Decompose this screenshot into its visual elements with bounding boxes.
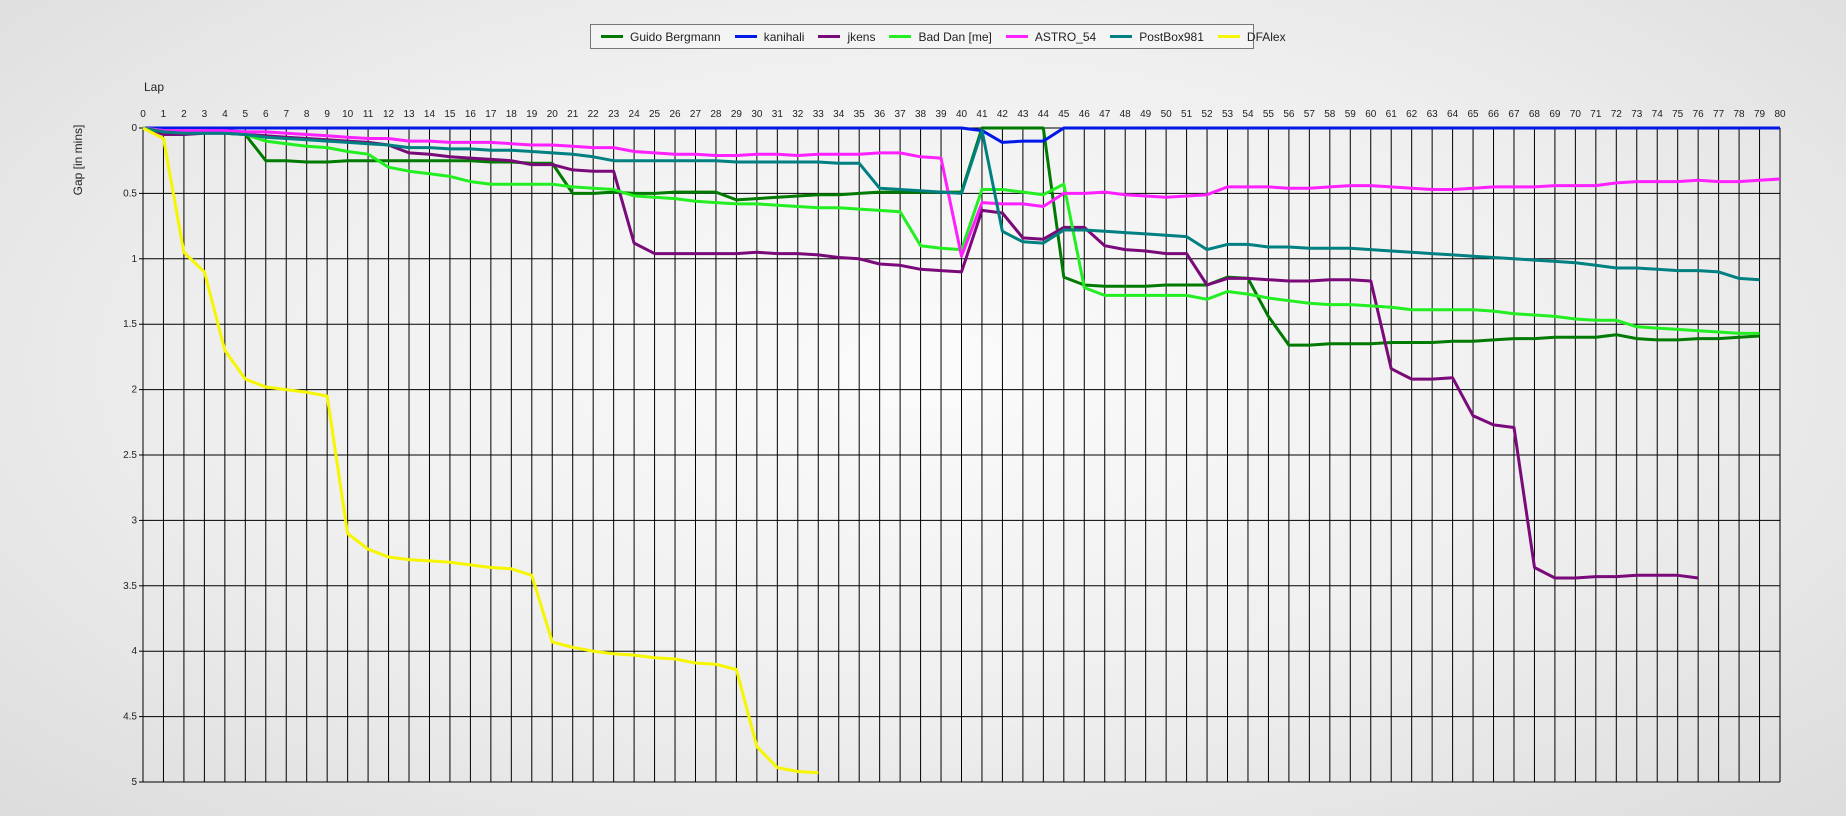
x-tick-label: 62 xyxy=(1406,109,1418,120)
y-tick-label: 4 xyxy=(131,646,137,657)
x-tick-label: 41 xyxy=(976,109,988,120)
x-tick-label: 71 xyxy=(1590,109,1602,120)
y-tick-label: 4.5 xyxy=(123,712,137,723)
x-tick-label: 59 xyxy=(1345,109,1357,120)
x-tick-label: 35 xyxy=(854,109,866,120)
x-tick-label: 40 xyxy=(956,109,968,120)
y-tick-label: 2.5 xyxy=(123,450,137,461)
x-tick-label: 11 xyxy=(363,109,374,120)
x-tick-label: 63 xyxy=(1427,109,1439,120)
x-tick-label: 36 xyxy=(874,109,886,120)
x-tick-label: 10 xyxy=(342,109,354,120)
x-tick-label: 48 xyxy=(1120,109,1132,120)
x-tick-label: 75 xyxy=(1672,109,1684,120)
x-tick-label: 7 xyxy=(283,109,289,120)
x-tick-label: 51 xyxy=(1181,109,1193,120)
x-tick-label: 53 xyxy=(1222,109,1234,120)
x-tick-label: 0 xyxy=(140,109,146,120)
y-tick-label: 1 xyxy=(131,254,137,265)
x-tick-label: 9 xyxy=(324,109,330,120)
x-tick-label: 20 xyxy=(547,109,559,120)
x-tick-label: 13 xyxy=(403,109,415,120)
x-tick-label: 37 xyxy=(895,109,907,120)
x-tick-label: 17 xyxy=(485,109,497,120)
lap-gap-chart: Lap Gap [in mins] 0 1 2 3 4 5 6 7 8 9 10 11 12 13 14 15… xyxy=(71,80,1786,788)
x-tick-label: 19 xyxy=(526,109,538,120)
x-tick-label: 78 xyxy=(1734,109,1746,120)
x-tick-label: 14 xyxy=(424,109,436,120)
x-axis-title: Lap xyxy=(144,80,164,94)
x-tick-label: 68 xyxy=(1529,109,1541,120)
x-tick-label: 80 xyxy=(1774,109,1786,120)
x-tick-label: 60 xyxy=(1365,109,1377,120)
x-tick-label: 79 xyxy=(1754,109,1766,120)
x-tick-label: 3 xyxy=(202,109,208,120)
x-tick-label: 16 xyxy=(465,109,477,120)
x-tick-label: 8 xyxy=(304,109,310,120)
x-tick-label: 70 xyxy=(1570,109,1582,120)
series-line-dfalex xyxy=(142,126,819,775)
x-tick-label: 50 xyxy=(1161,109,1173,120)
y-tick-label: 3.5 xyxy=(123,581,137,592)
x-tick-label: 47 xyxy=(1099,109,1111,120)
axis-ticks: 0 1 2 3 4 5 6 7 8 9 10 11 12 13 14 15 16 17 18 19 20 21 22 23 24… xyxy=(123,109,1786,788)
y-tick-label: 2 xyxy=(131,385,137,396)
x-tick-label: 4 xyxy=(222,109,228,120)
x-tick-label: 43 xyxy=(1017,109,1029,120)
y-tick-label: 0 xyxy=(131,123,137,134)
x-tick-label: 46 xyxy=(1079,109,1091,120)
x-tick-label: 21 xyxy=(567,109,579,120)
x-tick-label: 23 xyxy=(608,109,620,120)
x-tick-label: 58 xyxy=(1324,109,1336,120)
x-tick-label: 77 xyxy=(1713,109,1725,120)
y-tick-label: 3 xyxy=(131,515,137,526)
x-tick-label: 38 xyxy=(915,109,927,120)
x-tick-label: 64 xyxy=(1447,109,1459,120)
x-tick-label: 2 xyxy=(181,109,187,120)
x-tick-label: 30 xyxy=(751,109,763,120)
x-tick-label: 73 xyxy=(1631,109,1643,120)
series-line-bad-dan-me xyxy=(142,126,1760,335)
x-tick-label: 69 xyxy=(1549,109,1561,120)
x-tick-label: 67 xyxy=(1508,109,1520,120)
x-tick-label: 61 xyxy=(1386,109,1398,120)
x-tick-label: 54 xyxy=(1242,109,1254,120)
y-axis-title: Gap [in mins] xyxy=(71,125,85,196)
x-tick-label: 15 xyxy=(444,109,456,120)
x-tick-label: 32 xyxy=(792,109,804,120)
x-tick-label: 29 xyxy=(731,109,743,120)
x-tick-label: 55 xyxy=(1263,109,1275,120)
x-tick-label: 18 xyxy=(506,109,518,120)
x-tick-label: 5 xyxy=(243,109,249,120)
x-tick-label: 39 xyxy=(935,109,947,120)
x-tick-label: 28 xyxy=(710,109,722,120)
x-tick-label: 49 xyxy=(1140,109,1152,120)
x-tick-label: 76 xyxy=(1693,109,1705,120)
x-tick-label: 22 xyxy=(588,109,600,120)
x-tick-label: 56 xyxy=(1283,109,1295,120)
x-tick-label: 27 xyxy=(690,109,702,120)
x-tick-label: 74 xyxy=(1652,109,1664,120)
x-tick-label: 34 xyxy=(833,109,845,120)
x-tick-label: 6 xyxy=(263,109,269,120)
grid-lines xyxy=(139,127,1781,783)
x-tick-label: 52 xyxy=(1201,109,1213,120)
x-tick-label: 45 xyxy=(1058,109,1070,120)
x-tick-label: 25 xyxy=(649,109,661,120)
x-tick-label: 24 xyxy=(629,109,641,120)
x-tick-label: 42 xyxy=(997,109,1009,120)
x-tick-label: 1 xyxy=(161,109,167,120)
x-tick-label: 66 xyxy=(1488,109,1500,120)
x-tick-label: 31 xyxy=(772,109,784,120)
x-tick-label: 72 xyxy=(1611,109,1623,120)
x-tick-label: 26 xyxy=(669,109,681,120)
y-tick-label: 5 xyxy=(131,777,137,788)
x-tick-label: 65 xyxy=(1468,109,1480,120)
x-tick-label: 33 xyxy=(813,109,825,120)
y-tick-label: 0.5 xyxy=(123,188,137,199)
y-tick-label: 1.5 xyxy=(123,319,137,330)
x-tick-label: 44 xyxy=(1038,109,1050,120)
x-tick-label: 12 xyxy=(383,109,395,120)
x-tick-label: 57 xyxy=(1304,109,1316,120)
